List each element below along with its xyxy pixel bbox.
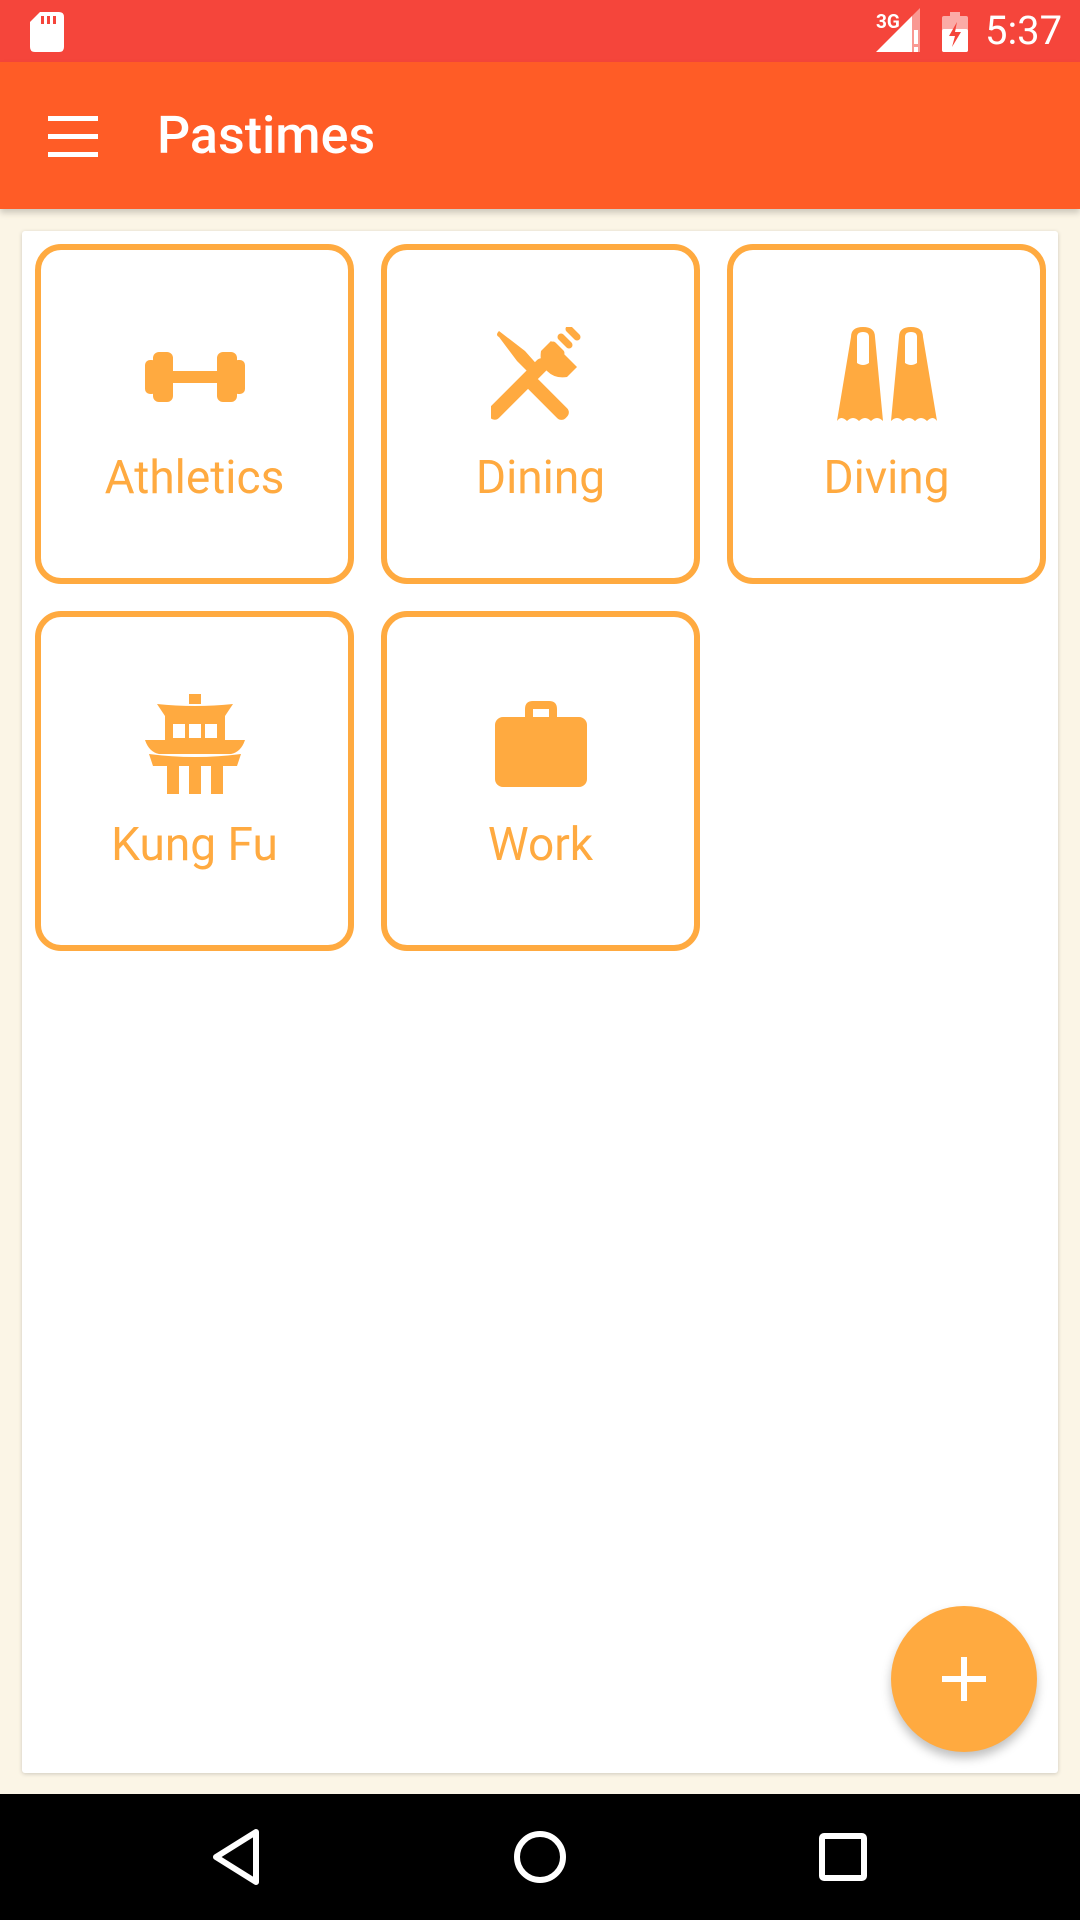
tile-label: Kung Fu xyxy=(111,818,278,872)
recents-icon[interactable] xyxy=(810,1824,876,1890)
pastimes-card: Athletics Dining Diving Kung Fu Work xyxy=(22,231,1058,1773)
back-icon[interactable] xyxy=(204,1824,270,1890)
tile-label: Diving xyxy=(823,451,950,505)
tile-dining[interactable]: Dining xyxy=(381,244,700,584)
battery-charging-icon xyxy=(942,12,968,52)
tile-diving[interactable]: Diving xyxy=(727,244,1046,584)
briefcase-icon xyxy=(486,689,596,799)
system-nav-bar xyxy=(0,1794,1080,1920)
signal-icon xyxy=(876,8,920,52)
plus-icon xyxy=(942,1657,986,1701)
status-bar: 3G 5:37 xyxy=(0,0,1080,62)
tile-work[interactable]: Work xyxy=(381,611,700,951)
sd-card-icon xyxy=(30,12,64,52)
home-icon[interactable] xyxy=(507,1824,573,1890)
status-time: 5:37 xyxy=(985,7,1063,54)
page-title: Pastimes xyxy=(157,105,376,166)
dumbbell-icon xyxy=(140,322,250,432)
flippers-icon xyxy=(832,322,942,432)
tile-label: Athletics xyxy=(104,451,285,505)
add-pastime-button[interactable] xyxy=(891,1606,1037,1752)
tile-label: Work xyxy=(487,818,594,872)
tile-label: Dining xyxy=(475,451,606,505)
tile-athletics[interactable]: Athletics xyxy=(35,244,354,584)
fork-knife-icon xyxy=(486,322,596,432)
tile-kung-fu[interactable]: Kung Fu xyxy=(35,611,354,951)
hamburger-menu-icon[interactable] xyxy=(38,106,108,166)
app-bar: Pastimes xyxy=(0,62,1080,209)
pagoda-icon xyxy=(140,689,250,799)
